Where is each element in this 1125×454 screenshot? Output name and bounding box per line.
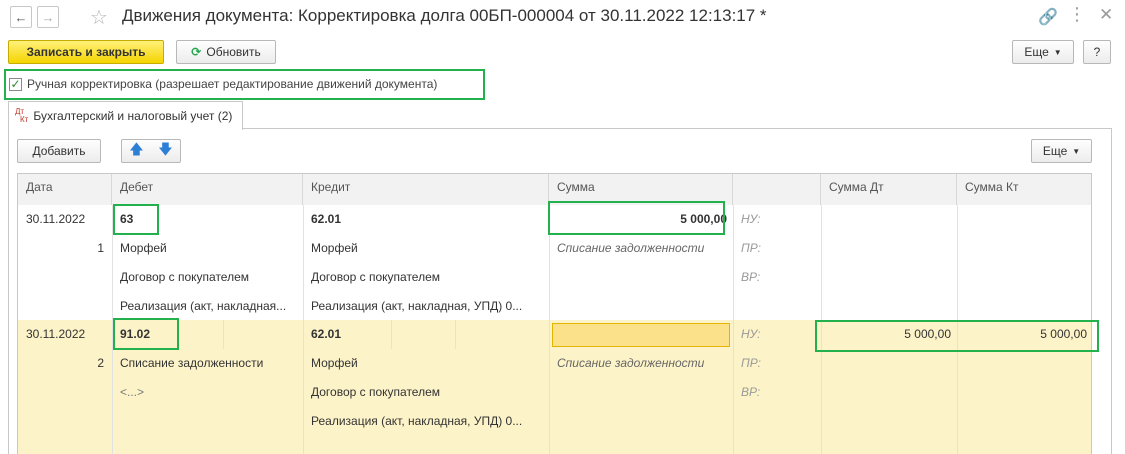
label-pr: ПР: [741, 241, 761, 255]
row-number: 2 [97, 356, 104, 370]
header-date: Дата [18, 174, 112, 205]
credit-subconto-2[interactable]: Договор с покупателем [303, 263, 549, 292]
label-nu: НУ: [741, 212, 761, 226]
more-button[interactable]: Еще ▼ [1012, 40, 1074, 64]
link-icon[interactable]: 🔗 [1038, 7, 1058, 27]
move-down-icon[interactable]: 🡇 [158, 139, 172, 163]
credit-subconto-3[interactable]: Реализация (акт, накладная, УПД) 0... [303, 407, 549, 436]
dropdown-arrow-icon: ▼ [1053, 47, 1062, 57]
highlight-amount [548, 201, 725, 235]
help-button[interactable]: ? [1083, 40, 1111, 64]
window-title: Движения документа: Корректировка долга … [122, 6, 767, 25]
sum-kt-value[interactable] [957, 205, 1091, 234]
label-vr: ВР: [741, 270, 761, 284]
arrow-right-icon: → [41, 9, 55, 25]
credit-account[interactable]: 62.01 [303, 205, 549, 234]
row-date: 30.11.2022 [26, 212, 86, 226]
refresh-button[interactable]: ⟳ Обновить [176, 40, 276, 64]
move-buttons: 🡅 🡇 [121, 139, 181, 163]
row-date: 30.11.2022 [26, 327, 86, 341]
debit-subconto-3[interactable]: Реализация (акт, накладная... [112, 292, 303, 321]
label-nu: НУ: [741, 327, 761, 341]
forward-button[interactable]: → [37, 6, 59, 28]
sum-dt-value[interactable] [821, 205, 957, 234]
header-spacer [733, 174, 821, 205]
header-sum-kt: Сумма Кт [957, 174, 1091, 205]
refresh-icon: ⟳ [191, 45, 202, 59]
manual-correction-checkbox[interactable]: ✓ Ручная корректировка (разрешает редакт… [9, 77, 437, 91]
highlight-debit-9102 [113, 318, 179, 350]
highlight-debit-63 [113, 204, 159, 235]
more-menu-icon[interactable]: ⋮ [1068, 4, 1086, 25]
add-button[interactable]: Добавить [17, 139, 101, 163]
dropdown-arrow-icon: ▼ [1072, 146, 1081, 156]
close-icon[interactable]: ✕ [1099, 5, 1113, 25]
debit-subconto-1[interactable]: Списание задолженности [112, 349, 303, 378]
credit-subconto-3[interactable]: Реализация (акт, накладная, УПД) 0... [303, 292, 549, 321]
entry-content[interactable]: Списание задолженности [549, 349, 733, 378]
header-credit: Кредит [303, 174, 549, 205]
credit-account[interactable]: 62.01 [303, 320, 391, 349]
manual-correction-label: Ручная корректировка (разрешает редактир… [27, 77, 438, 91]
credit-subconto-2[interactable]: Договор с покупателем [303, 378, 549, 407]
back-button[interactable]: ← [10, 6, 32, 28]
tab-accounting[interactable]: Дт Кт Бухгалтерский и налоговый учет (2) [8, 101, 244, 130]
panel-border-right [1111, 128, 1112, 454]
row-number: 1 [97, 241, 104, 255]
header-sum-dt: Сумма Дт [821, 174, 957, 205]
credit-subconto-1[interactable]: Морфей [303, 234, 549, 263]
panel-border-left [8, 128, 9, 454]
credit-subconto-1[interactable]: Морфей [303, 349, 549, 378]
debit-subconto-2[interactable]: <...> [112, 378, 303, 407]
label-pr: ПР: [741, 356, 761, 370]
favorite-star-icon[interactable]: ☆ [90, 5, 108, 30]
save-and-close-button[interactable]: Записать и закрыть [8, 40, 164, 64]
entry-content[interactable]: Списание задолженности [549, 234, 733, 263]
header-debit: Дебет [112, 174, 303, 205]
debit-subconto-1[interactable]: Морфей [112, 234, 303, 263]
table-more-button[interactable]: Еще ▼ [1031, 139, 1092, 163]
checkbox-checked-icon: ✓ [9, 77, 22, 91]
debit-subconto-2[interactable]: Договор с покупателем [112, 263, 303, 292]
move-up-icon[interactable]: 🡅 [129, 139, 143, 163]
highlight-sums [815, 320, 1099, 352]
arrow-left-icon: ← [14, 9, 28, 25]
amount-input-active[interactable] [552, 323, 730, 347]
label-vr: ВР: [741, 385, 761, 399]
debit-credit-icon: Дт Кт [15, 107, 29, 124]
